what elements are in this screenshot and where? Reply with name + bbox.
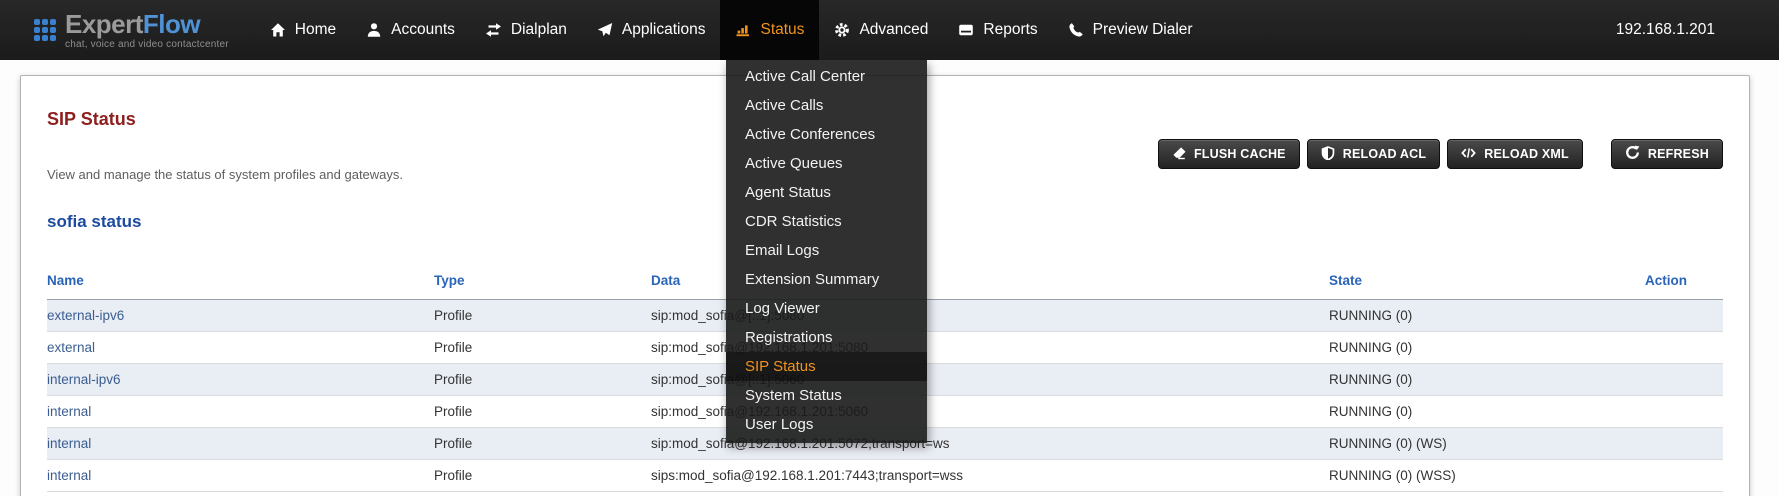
nav-item-label: Advanced	[859, 21, 928, 39]
menu-item-registrations[interactable]: Registrations	[726, 323, 927, 352]
nav-item-applications[interactable]: Applications	[582, 0, 721, 60]
type-cell: Profile	[434, 460, 651, 492]
phone-icon	[1068, 22, 1084, 38]
type-cell: Profile	[434, 428, 651, 460]
shield-icon	[1321, 146, 1335, 163]
nav-item-label: Home	[295, 21, 336, 39]
menu-item-email-logs[interactable]: Email Logs	[726, 236, 927, 265]
action-cell	[1644, 396, 1723, 428]
reload-acl-button[interactable]: RELOAD ACL	[1307, 139, 1440, 169]
button-label: REFRESH	[1648, 147, 1709, 161]
gear-icon	[834, 22, 850, 38]
top-navbar: ExpertFlow chat, voice and video contact…	[0, 0, 1779, 60]
nav-item-advanced[interactable]: Advanced	[819, 0, 943, 60]
refresh-button[interactable]: REFRESH	[1611, 139, 1723, 169]
nav-item-home[interactable]: Home	[255, 0, 351, 60]
state-cell: RUNNING (0) (WS)	[1329, 428, 1644, 460]
column-header-name: Name	[47, 264, 434, 300]
nav-item-accounts[interactable]: Accounts	[351, 0, 470, 60]
user-icon	[366, 22, 382, 38]
hard-drive-icon	[958, 22, 974, 38]
profile-link[interactable]: internal	[47, 436, 91, 451]
profile-link[interactable]: internal	[47, 468, 91, 483]
menu-item-user-logs[interactable]: User Logs	[726, 410, 927, 439]
column-header-action: Action	[1644, 264, 1723, 300]
profile-link[interactable]: internal	[47, 404, 91, 419]
nav-item-label: Applications	[622, 21, 706, 39]
menu-item-active-conferences[interactable]: Active Conferences	[726, 120, 927, 149]
table-row: internal Profile sips:mod_sofia@192.168.…	[47, 460, 1723, 492]
button-label: FLUSH CACHE	[1194, 147, 1286, 161]
column-header-type: Type	[434, 264, 651, 300]
action-cell	[1644, 428, 1723, 460]
server-ip: 192.168.1.201	[1616, 21, 1715, 39]
logo-tagline: chat, voice and video contactcenter	[65, 40, 229, 50]
button-label: RELOAD ACL	[1343, 147, 1426, 161]
nav-item-label: Dialplan	[511, 21, 567, 39]
nav-item-status[interactable]: Status	[720, 0, 819, 60]
nav-item-dialplan[interactable]: Dialplan	[470, 0, 582, 60]
profile-link[interactable]: external-ipv6	[47, 308, 124, 323]
action-cell	[1644, 300, 1723, 332]
nav-item-label: Reports	[983, 21, 1037, 39]
menu-item-agent-status[interactable]: Agent Status	[726, 178, 927, 207]
toolbar: FLUSH CACHE RELOAD ACL RELOAD XML REFRES…	[1151, 139, 1723, 169]
button-label: RELOAD XML	[1484, 147, 1569, 161]
nav-item-reports[interactable]: Reports	[943, 0, 1052, 60]
nav-item-label: Accounts	[391, 21, 455, 39]
state-cell: RUNNING (0) (WSS)	[1329, 460, 1644, 492]
expertflow-logo[interactable]: ExpertFlow chat, voice and video contact…	[34, 11, 229, 50]
menu-item-system-status[interactable]: System Status	[726, 381, 927, 410]
menu-item-log-viewer[interactable]: Log Viewer	[726, 294, 927, 323]
action-cell	[1644, 460, 1723, 492]
type-cell: Profile	[434, 364, 651, 396]
dots-grid-icon	[34, 19, 56, 41]
home-icon	[270, 22, 286, 38]
menu-item-sip-status[interactable]: SIP Status	[726, 352, 927, 381]
bar-chart-icon	[735, 22, 751, 38]
transfer-arrows-icon	[485, 22, 502, 38]
data-cell: sips:mod_sofia@192.168.1.201:7443;transp…	[651, 460, 1329, 492]
type-cell: Profile	[434, 332, 651, 364]
menu-item-active-queues[interactable]: Active Queues	[726, 149, 927, 178]
eraser-icon	[1172, 146, 1186, 163]
profile-link[interactable]: external	[47, 340, 95, 355]
nav-item-label: Status	[760, 21, 804, 39]
menu-item-cdr-statistics[interactable]: CDR Statistics	[726, 207, 927, 236]
menu-item-extension-summary[interactable]: Extension Summary	[726, 265, 927, 294]
menu-item-active-calls[interactable]: Active Calls	[726, 91, 927, 120]
main-nav: Home Accounts Dialplan Applications Stat…	[255, 0, 1208, 60]
nav-item-label: Preview Dialer	[1093, 21, 1193, 39]
profile-link[interactable]: internal-ipv6	[47, 372, 121, 387]
state-cell: RUNNING (0)	[1329, 396, 1644, 428]
code-icon	[1461, 146, 1476, 163]
column-header-state: State	[1329, 264, 1644, 300]
flush-cache-button[interactable]: FLUSH CACHE	[1158, 139, 1300, 169]
state-cell: RUNNING (0)	[1329, 300, 1644, 332]
refresh-icon	[1625, 145, 1640, 163]
reload-xml-button[interactable]: RELOAD XML	[1447, 139, 1583, 169]
state-cell: RUNNING (0)	[1329, 332, 1644, 364]
state-cell: RUNNING (0)	[1329, 364, 1644, 396]
type-cell: Profile	[434, 396, 651, 428]
type-cell: Profile	[434, 300, 651, 332]
action-cell	[1644, 364, 1723, 396]
menu-item-active-call-center[interactable]: Active Call Center	[726, 62, 927, 91]
paper-plane-icon	[597, 22, 613, 38]
nav-item-preview-dialer[interactable]: Preview Dialer	[1053, 0, 1208, 60]
action-cell	[1644, 332, 1723, 364]
status-dropdown-menu: Active Call Center Active Calls Active C…	[726, 60, 927, 443]
logo-text: ExpertFlow	[65, 11, 229, 37]
